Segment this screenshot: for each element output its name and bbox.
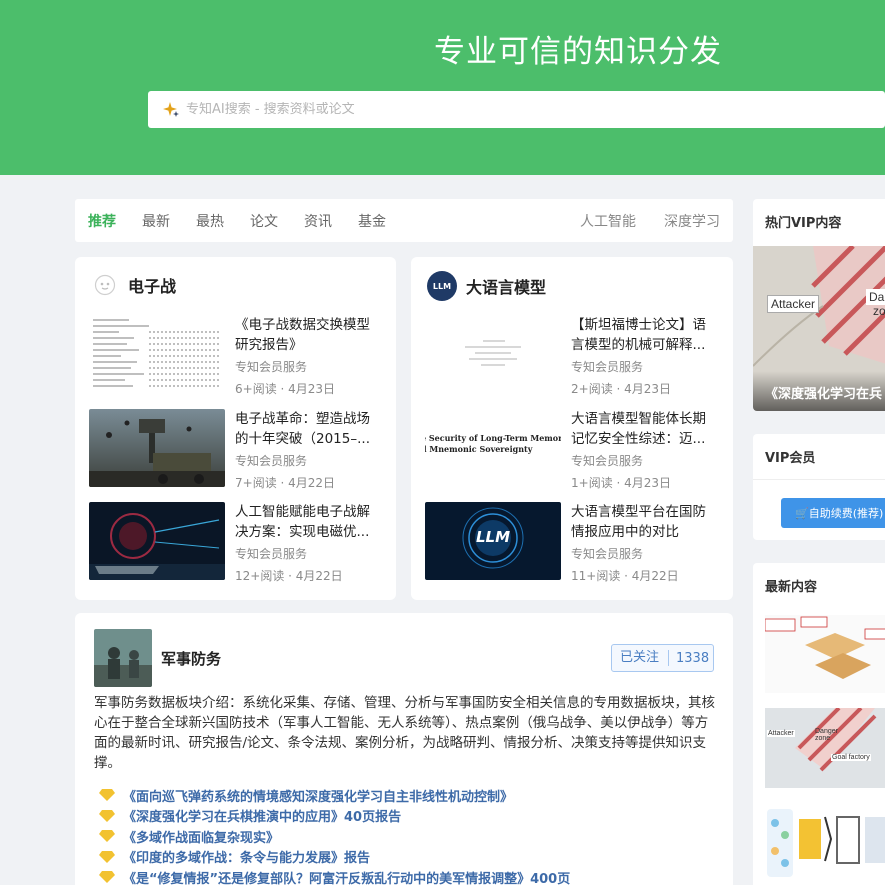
item-title[interactable]: 人工智能赋能电子战解决方案：实现电磁优... (235, 502, 383, 542)
diamond-icon (99, 809, 115, 822)
diamond-icon (99, 850, 115, 863)
follower-count: 1338 (676, 650, 710, 666)
map-label: zo (873, 304, 885, 318)
card-title: 大语言模型 (466, 278, 547, 297)
article-link-text[interactable]: 《多域作战面临复杂现实》 (123, 827, 279, 846)
vip-renew-button[interactable]: 🛒自助续费(推荐) (781, 498, 885, 528)
avatar-text: LLM (432, 281, 452, 291)
article-link-text[interactable]: 《面向巡飞弹药系统的情境感知深度强化学习自主非线性机动控制》 (123, 786, 513, 805)
article-link[interactable]: 《是“修复情报”还是修复部队？阿富汗反叛乱行动中的美军情报调整》400页 (99, 867, 570, 885)
map-label: Da (866, 289, 885, 305)
llm-badge-image: LLM (425, 502, 561, 580)
hero-banner: 专业可信的知识分发 (0, 0, 885, 175)
item-meta: 12+阅读 · 4月22日 (235, 569, 343, 583)
hero-title: 专业可信的知识分发 (434, 34, 722, 70)
list-item[interactable]: 《电子战数据交换模型研究报告》 专知会员服务 6+阅读 · 4月23日 (89, 315, 389, 396)
panel-title: 热门VIP内容 (765, 216, 842, 231)
article-link[interactable]: 《印度的多域作战：条令与能力发展》报告 (99, 847, 570, 868)
list-item[interactable]: 人工智能赋能电子战解决方案：实现电磁优... 专知会员服务 12+阅读 · 4月… (89, 502, 389, 583)
item-meta: 2+阅读 · 4月23日 (571, 382, 672, 396)
diamond-icon (99, 830, 115, 843)
document-thumbnail (89, 315, 225, 393)
hot-vip-image[interactable]: Attacker Da zo 《深度强化学习在兵 (753, 246, 885, 411)
tab-latest[interactable]: 最新 (142, 211, 170, 231)
tab-deep-learning[interactable]: 深度学习 (664, 211, 720, 231)
latest-thumb-3[interactable] (765, 803, 885, 883)
article-link-text[interactable]: 《是“修复情报”还是修复部队？阿富汗反叛乱行动中的美军情报调整》400页 (123, 868, 570, 885)
article-link[interactable]: 《面向巡飞弹药系统的情境感知深度强化学习自主非线性机动控制》 (99, 785, 570, 806)
tab-papers[interactable]: 论文 (250, 211, 278, 231)
follow-button[interactable]: 已关注 1338 (611, 644, 714, 672)
item-source: 专知会员服务 (571, 454, 644, 468)
item-source: 专知会员服务 (235, 547, 308, 561)
section-description: 军事防务数据板块介绍：系统化采集、存储、管理、分析与军事国防安全相关信息的专用数… (94, 695, 715, 771)
military-logo-image (94, 629, 152, 687)
card-header[interactable]: 电子战 (91, 271, 176, 299)
list-item[interactable]: 【斯坦福博士论文】语言模型的机械可解释... 专知会员服务 2+阅读 · 4月2… (425, 315, 725, 396)
tab-ai[interactable]: 人工智能 (580, 211, 636, 231)
item-title[interactable]: 大语言模型智能体长期记忆安全性综述：迈... (571, 409, 719, 449)
map-label: Attacker (767, 295, 820, 313)
tab-hottest[interactable]: 最热 (196, 211, 224, 231)
topic-card-llm: LLM 大语言模型 【斯坦福博士论文】语言模型的机械可解释... 专知会员服务 … (411, 257, 733, 600)
list-item[interactable]: 电子战革命：塑造战场的十年突破（2015–... 专知会员服务 7+阅读 · 4… (89, 409, 389, 490)
item-meta: 7+阅读 · 4月22日 (235, 476, 336, 490)
map-label: Danger zone (815, 728, 838, 742)
map-label: Attacker (767, 730, 795, 737)
diamond-icon (99, 789, 115, 802)
ew-radar-image (89, 409, 225, 487)
diamond-icon (99, 871, 115, 884)
item-title[interactable]: 《电子战数据交换模型研究报告》 (235, 315, 383, 355)
llm-avatar-icon: LLM (427, 271, 457, 301)
card-header[interactable]: LLM 大语言模型 (427, 271, 546, 301)
section-title: 军事防务 (161, 650, 222, 668)
topic-avatar-icon (91, 271, 119, 299)
topic-card-ew: 电子战 《电子战数据交换模型研究报告》 专知会员服务 6+阅读 · 4月23日 … (75, 257, 396, 600)
search-input[interactable] (186, 102, 786, 117)
latest-thumb-2[interactable]: Attacker Danger zone Goal factory (765, 708, 885, 788)
latest-thumb-1[interactable] (764, 615, 885, 693)
item-title[interactable]: 电子战革命：塑造战场的十年突破（2015–... (235, 409, 383, 449)
item-title[interactable]: 大语言模型平台在国防情报应用中的对比 (571, 502, 719, 542)
article-link-text[interactable]: 《深度强化学习在兵棋推演中的应用》40页报告 (123, 806, 401, 825)
image-caption: 《深度强化学习在兵 (753, 371, 885, 411)
item-meta: 1+阅读 · 4月23日 (571, 476, 672, 490)
thumb-text: e Security of Long-Term Memory d Mnemoni… (425, 433, 561, 454)
category-tabs: 推荐 最新 最热 论文 资讯 基金 人工智能 深度学习 (75, 199, 733, 242)
thumb-label: LLM (475, 528, 511, 546)
list-item[interactable]: LLM 大语言模型平台在国防情报应用中的对比 专知会员服务 11+阅读 · 4月… (425, 502, 725, 583)
hot-vip-panel: 热门VIP内容 Attacker Da zo 《深度强化学习在兵 (753, 199, 885, 411)
item-title[interactable]: 【斯坦福博士论文】语言模型的机械可解释... (571, 315, 719, 355)
map-label: Goal factory (831, 754, 871, 761)
latest-content-panel: 最新内容 Attacker Danger zone Goal factory (753, 563, 885, 885)
item-source: 专知会员服务 (235, 454, 308, 468)
item-meta: 11+阅读 · 4月22日 (571, 569, 679, 583)
tab-recommend[interactable]: 推荐 (88, 211, 116, 231)
search-bar[interactable] (148, 91, 885, 128)
item-meta: 6+阅读 · 4月23日 (235, 382, 336, 396)
panel-title: 最新内容 (765, 580, 818, 595)
tab-funding[interactable]: 基金 (358, 211, 386, 231)
vip-member-panel: VIP会员 🛒自助续费(推荐) (753, 434, 885, 540)
item-source: 专知会员服务 (235, 360, 308, 374)
paper-title-thumbnail: e Security of Long-Term Memory d Mnemoni… (425, 409, 561, 487)
item-source: 专知会员服务 (571, 547, 644, 561)
article-link-list: 《面向巡飞弹药系统的情境感知深度强化学习自主非线性机动控制》 《深度强化学习在兵… (99, 785, 570, 885)
article-link[interactable]: 《多域作战面临复杂现实》 (99, 826, 570, 847)
follow-label: 已关注 (612, 650, 670, 666)
item-source: 专知会员服务 (571, 360, 644, 374)
military-defense-card: 军事防务 已关注 1338 军事防务数据板块介绍：系统化采集、存储、管理、分析与… (75, 613, 733, 885)
article-link[interactable]: 《深度强化学习在兵棋推演中的应用》40页报告 (99, 806, 570, 827)
panel-title: VIP会员 (753, 434, 885, 480)
document-thumbnail (425, 315, 561, 393)
tab-news[interactable]: 资讯 (304, 211, 332, 231)
article-link-text[interactable]: 《印度的多域作战：条令与能力发展》报告 (123, 847, 370, 866)
ai-sparkle-icon (162, 101, 180, 119)
card-title: 电子战 (128, 277, 177, 296)
list-item[interactable]: e Security of Long-Term Memory d Mnemoni… (425, 409, 725, 490)
ai-ew-image (89, 502, 225, 580)
